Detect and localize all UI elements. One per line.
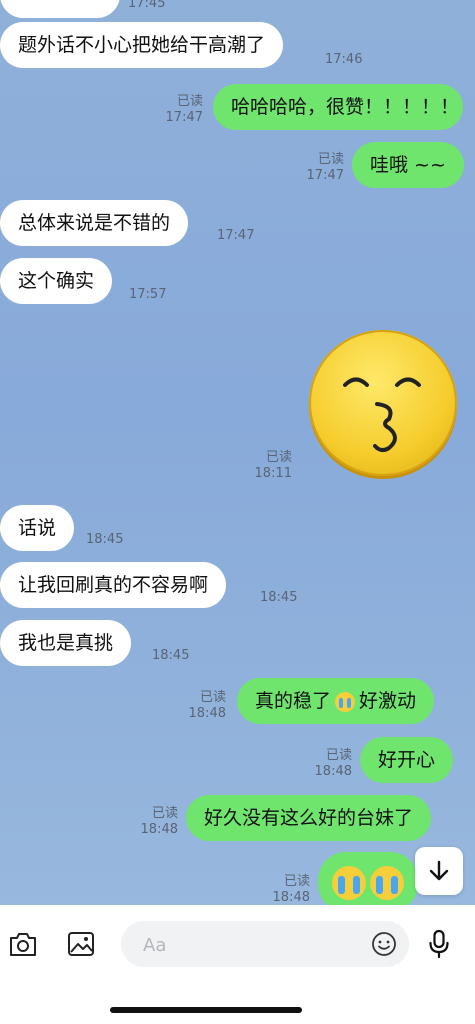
message-time: 17:46 xyxy=(325,52,363,67)
read-status: 已读 xyxy=(199,690,226,705)
read-status: 已读 xyxy=(151,806,178,821)
message-bubble-outgoing[interactable]: 哈哈哈哈，很赞！！！！！ xyxy=(213,84,463,130)
message-time: 17:45 xyxy=(128,0,166,11)
message-bubble-outgoing[interactable]: 好久没有这么好的台妹了 xyxy=(186,795,432,841)
message-bubble-incoming[interactable] xyxy=(0,0,120,18)
message-bubble-incoming[interactable]: 总体来说是不错的 xyxy=(0,200,189,246)
image-icon xyxy=(68,932,94,956)
message-time: 18:48 xyxy=(272,890,310,905)
scroll-to-bottom-button[interactable] xyxy=(415,847,463,895)
smiley-icon xyxy=(372,932,396,956)
message-time: 18:11 xyxy=(254,466,292,481)
emoji-button[interactable] xyxy=(369,929,399,959)
message-bubble-incoming[interactable]: 题外话不小心把她给干高潮了 xyxy=(0,22,284,68)
message-time: 18:45 xyxy=(86,532,124,547)
home-indicator xyxy=(110,1007,302,1013)
message-time: 18:45 xyxy=(152,648,190,663)
message-input[interactable] xyxy=(141,931,365,959)
message-bubble-incoming[interactable]: 这个确实 xyxy=(0,258,113,304)
message-bubble-incoming[interactable]: 话说 xyxy=(0,505,75,551)
message-input-container[interactable] xyxy=(121,921,409,967)
arrow-down-icon xyxy=(429,860,449,881)
kissing-face-icon xyxy=(343,377,421,453)
message-text: 好激动 xyxy=(359,690,417,712)
crying-face-emoji-icon xyxy=(335,691,356,712)
message-bubble-outgoing[interactable]: 真的稳了 好激动 xyxy=(237,678,435,724)
voice-message-button[interactable] xyxy=(424,927,454,961)
message-time: 17:47 xyxy=(306,168,344,183)
message-time: 18:45 xyxy=(260,590,298,605)
crying-face-emoji-icon xyxy=(332,865,366,900)
message-composer-bar xyxy=(0,905,475,1024)
read-status: 已读 xyxy=(325,748,352,763)
message-time: 17:47 xyxy=(165,110,203,125)
image-button[interactable] xyxy=(64,927,98,961)
message-bubble-outgoing[interactable] xyxy=(318,852,418,905)
message-bubble-outgoing[interactable]: 哇哦 ~~ xyxy=(352,142,464,188)
read-status: 已读 xyxy=(317,152,344,167)
crying-face-emoji-icon xyxy=(370,865,404,900)
message-time: 18:48 xyxy=(188,706,226,721)
message-time: 18:48 xyxy=(140,822,178,837)
camera-icon xyxy=(10,933,36,956)
read-status: 已读 xyxy=(283,874,310,889)
message-bubble-incoming[interactable]: 我也是真挑 xyxy=(0,620,132,666)
microphone-icon xyxy=(429,929,449,959)
message-time: 18:48 xyxy=(314,764,352,779)
message-time: 17:47 xyxy=(217,228,255,243)
message-bubble-incoming[interactable]: 让我回刷真的不容易啊 xyxy=(0,562,227,608)
kissing-face-sticker[interactable] xyxy=(309,330,457,476)
message-time: 17:57 xyxy=(129,287,167,302)
message-bubble-outgoing[interactable]: 好开心 xyxy=(360,737,454,783)
read-status: 已读 xyxy=(265,450,292,465)
read-status: 已读 xyxy=(176,94,203,109)
camera-button[interactable] xyxy=(6,927,40,961)
chat-area[interactable]: 17:45 题外话不小心把她给干高潮了 17:46 已读 17:47 哈哈哈哈，… xyxy=(0,0,475,905)
message-text: 真的稳了 xyxy=(255,690,332,712)
